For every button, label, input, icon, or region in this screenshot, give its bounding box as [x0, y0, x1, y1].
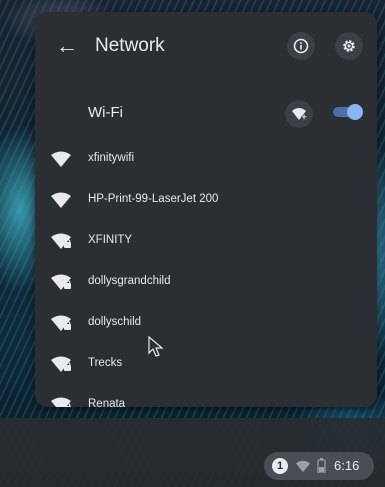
network-name: dollysgrandchild	[88, 275, 171, 287]
gear-icon	[343, 40, 355, 52]
toggle-knob	[347, 104, 363, 120]
settings-button[interactable]	[335, 32, 363, 60]
wifi-lock-icon	[51, 397, 71, 407]
network-name: HP-Print-99-LaserJet 200	[88, 193, 219, 205]
wifi-lock-icon	[51, 315, 71, 331]
add-network-button[interactable]	[285, 100, 313, 128]
arrow-left-icon: ←	[56, 33, 78, 58]
wifi-toggle[interactable]	[333, 104, 363, 120]
network-item[interactable]: xfinitywifi	[35, 138, 377, 179]
wifi-lock-icon	[51, 356, 71, 372]
notification-badge: 1	[272, 458, 288, 474]
clock-time: 6:16	[334, 458, 360, 473]
wifi-label: Wi-Fi	[88, 104, 123, 121]
panel-header: ← Network	[35, 12, 377, 78]
wifi-lock-icon	[51, 274, 71, 290]
info-button[interactable]	[287, 32, 315, 60]
wifi-status-icon	[296, 460, 310, 472]
mouse-cursor-icon	[148, 336, 164, 357]
wifi-row: Wi-Fi	[35, 90, 377, 138]
back-button[interactable]: ←	[53, 32, 81, 60]
network-item[interactable]: XFINITY	[35, 220, 377, 261]
network-name: Trecks	[88, 357, 123, 369]
network-name: xfinitywifi	[88, 152, 135, 164]
add-wifi-icon	[292, 108, 307, 120]
network-name: Renata	[88, 398, 126, 407]
network-item[interactable]: Renata	[35, 384, 377, 407]
info-icon	[293, 38, 309, 54]
network-item[interactable]: HP-Print-99-LaserJet 200	[35, 179, 377, 220]
wifi-icon	[51, 192, 71, 208]
network-item[interactable]: dollysgrandchild	[35, 261, 377, 302]
wifi-icon	[51, 151, 71, 167]
page-title: Network	[95, 35, 165, 56]
network-item[interactable]: Trecks	[35, 343, 377, 384]
network-panel: ← Network Wi-Fi xfinitywifi HP-Print-99-…	[35, 12, 377, 407]
network-item[interactable]: dollyschild	[35, 302, 377, 343]
wifi-lock-icon	[51, 233, 71, 249]
network-name: dollyschild	[88, 316, 142, 328]
network-name: XFINITY	[88, 234, 133, 246]
status-tray[interactable]: 1 6:16	[264, 452, 374, 480]
battery-icon	[317, 458, 326, 473]
network-list: xfinitywifi HP-Print-99-LaserJet 200 XFINI…	[35, 138, 377, 407]
